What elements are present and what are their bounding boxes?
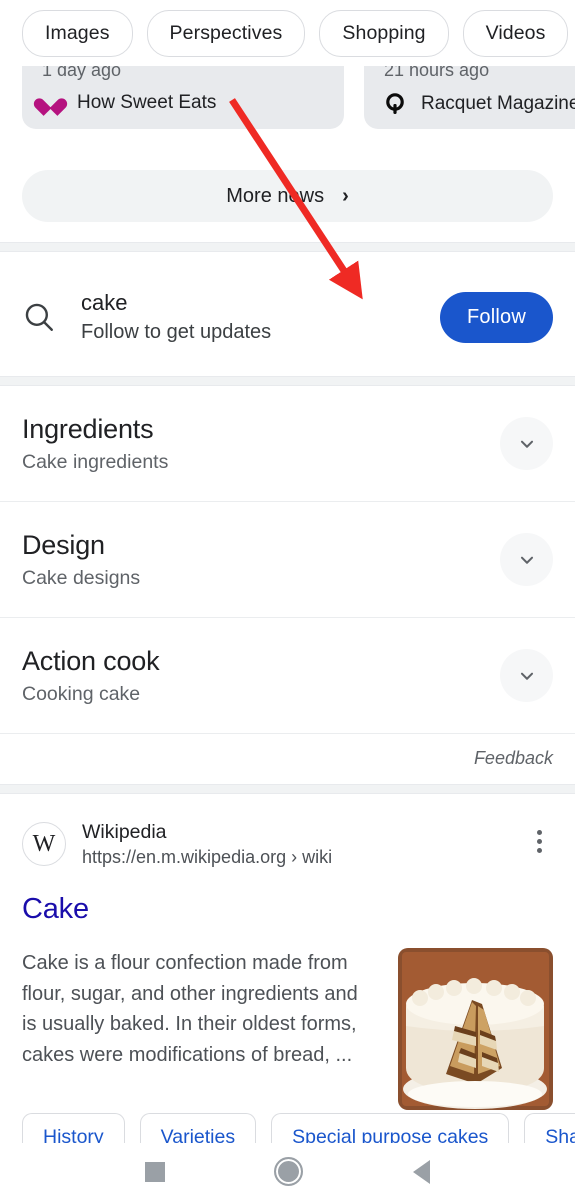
follow-topic-row: cake Follow to get updates Follow [0, 258, 575, 376]
accordion-item-subtitle: Cooking cake [22, 683, 141, 705]
sitelink-chip-label: Shapes [545, 1125, 575, 1144]
accordion-item-design[interactable]: Design Cake designs [0, 502, 575, 618]
sitelink-chip-label: History [43, 1125, 104, 1144]
accordion-item-ingredients[interactable]: Ingredients Cake ingredients [0, 386, 575, 502]
circle-home-icon[interactable] [274, 1157, 304, 1186]
filter-chip-bar: Images Perspectives Shopping Videos R [0, 0, 575, 66]
result-title-link[interactable]: Cake [22, 892, 553, 927]
more-news-label: More news [226, 184, 325, 207]
news-source: Racquet Magazine [384, 92, 575, 116]
follow-topic-query: cake [81, 290, 128, 316]
search-icon [22, 300, 56, 334]
accordion-item-title: Ingredients [22, 413, 154, 444]
result-header: W Wikipedia https://en.m.wikipedia.org ›… [22, 820, 553, 870]
search-results-page: Images Perspectives Shopping Videos R 1 … [0, 0, 575, 1200]
more-news-button[interactable]: More news › [22, 170, 553, 222]
follow-button[interactable]: Follow [440, 291, 553, 343]
sitelink-chip-row: History Varieties Special purpose cakes … [0, 1113, 575, 1143]
news-source-label: Racquet Magazine [421, 93, 575, 114]
sitelink-chip-special-purpose-cakes[interactable]: Special purpose cakes [271, 1113, 510, 1144]
heart-icon [42, 92, 64, 114]
kebab-menu-icon[interactable] [525, 820, 553, 862]
accordion-item-subtitle: Cake designs [22, 567, 141, 589]
result-url: https://en.m.wikipedia.org › wiki [82, 847, 333, 868]
feedback-label: Feedback [473, 747, 553, 768]
section-separator [0, 376, 575, 386]
section-separator [0, 242, 575, 252]
accordion-item-title: Action cook [22, 645, 160, 676]
news-source-label: How Sweet Eats [77, 92, 217, 113]
result-site-name: Wikipedia [82, 821, 167, 843]
search-result-wikipedia: W Wikipedia https://en.m.wikipedia.org ›… [0, 800, 575, 1111]
triangle-back-icon[interactable] [413, 1159, 431, 1184]
sitelink-chip-shapes[interactable]: Shapes [524, 1113, 575, 1143]
filter-chip-label: Videos [485, 21, 546, 44]
refinement-accordion: Ingredients Cake ingredients Design Cake… [0, 386, 575, 734]
news-card[interactable]: 1 day ago How Sweet Eats [22, 66, 344, 129]
news-timestamp: 21 hours ago [384, 66, 490, 80]
accordion-item-text: Action cook Cooking cake [22, 645, 500, 707]
accordion-item-text: Design Cake designs [22, 529, 500, 591]
news-card-row: 1 day ago How Sweet Eats 21 hours ago Ra… [0, 66, 575, 144]
news-timestamp: 1 day ago [42, 66, 122, 80]
feedback-row[interactable]: Feedback [0, 734, 575, 782]
result-site-block[interactable]: Wikipedia https://en.m.wikipedia.org › w… [82, 820, 509, 870]
accordion-item-subtitle: Cake ingredients [22, 451, 169, 473]
result-body: Cake is a flour confection made from flo… [22, 948, 553, 1111]
q-logo-icon [384, 92, 408, 116]
android-navigation-bar [0, 1143, 575, 1200]
chevron-down-icon[interactable] [500, 649, 553, 702]
news-source: How Sweet Eats [42, 92, 216, 114]
section-separator [0, 784, 575, 794]
sitelink-chip-history[interactable]: History [22, 1113, 125, 1143]
sitelink-chip-varieties[interactable]: Varieties [139, 1113, 257, 1144]
chevron-down-icon[interactable] [500, 533, 553, 586]
accordion-item-title: Design [22, 529, 105, 560]
result-thumbnail[interactable] [398, 948, 553, 1111]
follow-topic-text: cake Follow to get updates [81, 289, 440, 345]
filter-chip-label: Shopping [342, 21, 426, 44]
filter-chip-label: Images [45, 21, 110, 44]
square-recents-icon[interactable] [144, 1161, 165, 1182]
filter-chip-videos[interactable]: Videos [462, 9, 569, 57]
filter-chip-perspectives[interactable]: Perspectives [146, 9, 306, 57]
result-snippet: Cake is a flour confection made from flo… [22, 952, 358, 1066]
follow-topic-subtitle: Follow to get updates [81, 320, 272, 343]
follow-button-label: Follow [467, 305, 526, 328]
filter-chip-shopping[interactable]: Shopping [319, 9, 449, 57]
sitelink-chip-label: Varieties [160, 1125, 236, 1144]
news-card[interactable]: 21 hours ago Racquet Magazine [364, 66, 575, 129]
chevron-down-icon[interactable] [500, 417, 553, 470]
accordion-item-text: Ingredients Cake ingredients [22, 413, 500, 475]
filter-chip-label: Perspectives [169, 21, 283, 44]
chevron-right-icon: › [342, 185, 349, 207]
sitelink-chip-label: Special purpose cakes [292, 1125, 489, 1144]
filter-chip-images[interactable]: Images [22, 9, 133, 57]
accordion-item-action-cook[interactable]: Action cook Cooking cake [0, 618, 575, 734]
favicon-letter: W [32, 831, 56, 857]
wikipedia-favicon: W [22, 822, 66, 866]
